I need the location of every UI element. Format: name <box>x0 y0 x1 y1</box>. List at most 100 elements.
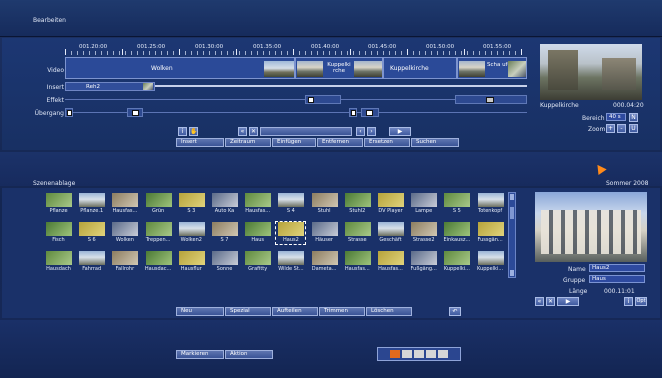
spezial-button[interactable]: Spezial <box>225 307 271 316</box>
insert-button[interactable]: Insert <box>176 138 224 147</box>
options-button[interactable]: Opt <box>635 297 647 306</box>
cut-icon[interactable]: ✕ <box>249 127 258 136</box>
scene-clip[interactable]: Stuhl2 <box>343 193 372 215</box>
scene-clip[interactable]: Pflanze.1 <box>77 193 106 215</box>
scene-clip[interactable]: DV Player <box>376 193 405 215</box>
scene-clip[interactable]: Häuser <box>310 222 339 244</box>
einfuegen-button[interactable]: Einfügen <box>272 138 316 147</box>
scene-clip[interactable]: Geschäft <box>376 222 405 244</box>
title-icon[interactable] <box>426 350 436 358</box>
insert-clip[interactable]: Reh2 <box>65 82 155 91</box>
scene-clip[interactable]: Wolken2 <box>177 222 206 244</box>
scroll-up-icon[interactable] <box>510 194 514 200</box>
scene-clip[interactable]: Lampe <box>409 193 438 215</box>
scene-clip[interactable]: Hausdach <box>44 251 73 273</box>
effect-clip[interactable] <box>455 95 527 104</box>
scroll-down-icon[interactable] <box>510 270 514 276</box>
text-icon[interactable] <box>414 350 424 358</box>
scene-clip[interactable]: Auto Ka <box>210 193 239 215</box>
play-button[interactable]: ▶ <box>389 127 411 136</box>
zoom-u-button[interactable]: U <box>629 124 638 133</box>
cut-icon[interactable]: ✕ <box>546 297 555 306</box>
bereich-field[interactable]: 40 s <box>606 113 626 121</box>
scene-clip[interactable]: Hausfas... <box>110 193 139 215</box>
undo-icon[interactable]: ↶ <box>449 307 461 316</box>
info-button[interactable]: i <box>624 297 633 306</box>
scene-clip[interactable]: Hausfas... <box>243 193 272 215</box>
scene-clip[interactable]: S 3 <box>177 193 206 215</box>
scene-clip[interactable]: Haus <box>243 222 272 244</box>
suchen-button[interactable]: Suchen <box>411 138 459 147</box>
aktion-button[interactable]: Aktion <box>225 350 273 359</box>
scene-clip[interactable]: Wilde St... <box>276 251 305 273</box>
bin-scrollbar[interactable] <box>508 192 516 278</box>
scroll-thumb[interactable] <box>510 207 514 219</box>
prev-icon[interactable]: ‹ <box>356 127 365 136</box>
scene-clip[interactable]: Pflanze <box>44 193 73 215</box>
scene-clip[interactable]: Hausfas... <box>343 251 372 273</box>
ersetzen-button[interactable]: Ersetzen <box>364 138 410 147</box>
play-button[interactable]: ▶ <box>557 297 579 306</box>
tools-icon[interactable] <box>390 350 400 358</box>
scene-clip[interactable]: S 5 <box>442 193 471 215</box>
bereich-n-button[interactable]: N <box>629 113 638 122</box>
insert-track[interactable]: Reh2 <box>65 82 527 91</box>
scene-clip[interactable]: Fallrohr <box>110 251 139 273</box>
scene-clip[interactable]: S 6 <box>77 222 106 244</box>
trimmen-button[interactable]: Trimmen <box>319 307 365 316</box>
zoom-in-button[interactable]: + <box>606 124 615 133</box>
transition-clip[interactable] <box>361 108 379 117</box>
scene-clip[interactable]: Hausflur <box>177 251 206 273</box>
cut-icon[interactable] <box>402 350 412 358</box>
next-icon[interactable]: › <box>367 127 376 136</box>
scene-clip[interactable]: Haus2 <box>275 221 307 245</box>
video-clip[interactable]: Wolken <box>65 57 295 79</box>
scene-clip[interactable]: Strasse2 <box>409 222 438 244</box>
info-button[interactable]: i <box>178 127 187 136</box>
timeline-scrollbar[interactable] <box>260 127 352 136</box>
scene-clip[interactable]: S 4 <box>276 193 305 215</box>
scene-clip[interactable]: Sonne <box>210 251 239 273</box>
home-icon[interactable] <box>438 350 448 358</box>
scene-clip[interactable]: Kuppelki... <box>442 251 471 273</box>
scene-clip[interactable]: Treppen... <box>144 222 173 244</box>
hand-tool-icon[interactable]: ✋ <box>189 127 198 136</box>
zoom-out-button[interactable]: - <box>617 124 626 133</box>
entfernen-button[interactable]: Entfernen <box>317 138 363 147</box>
effect-track[interactable] <box>65 95 527 104</box>
scene-clip[interactable]: Fussgän... <box>476 222 505 244</box>
rewind-icon[interactable]: « <box>238 127 247 136</box>
zeitraum-button[interactable]: Zeitraum <box>225 138 271 147</box>
loeschen-button[interactable]: Löschen <box>366 307 412 316</box>
transition-track[interactable] <box>65 108 527 117</box>
scene-clip[interactable]: Fahrrad <box>77 251 106 273</box>
scene-clip[interactable]: Wolken <box>110 222 139 244</box>
scene-clip[interactable]: Fisch <box>44 222 73 244</box>
scene-clip[interactable]: Hausfas... <box>376 251 405 273</box>
scene-clip[interactable]: Fußgäng... <box>409 251 438 273</box>
scene-clip[interactable]: Dameta... <box>310 251 339 273</box>
video-clip[interactable]: Kuppelkirche <box>383 57 457 79</box>
video-clip[interactable]: Kuppelki rche <box>295 57 383 79</box>
scene-clip[interactable]: Einkausz... <box>442 222 471 244</box>
effect-clip[interactable] <box>305 95 341 104</box>
neu-button[interactable]: Neu <box>176 307 224 316</box>
name-field[interactable]: Haus2 <box>589 264 645 272</box>
scene-clip[interactable]: Kuppelki... <box>476 251 505 273</box>
rewind-icon[interactable]: « <box>535 297 544 306</box>
scene-clip[interactable]: Grün <box>144 193 173 215</box>
video-clip[interactable]: Scha ufe... <box>457 57 527 79</box>
transition-clip[interactable] <box>65 108 73 117</box>
scene-clip[interactable]: Hausdac... <box>144 251 173 273</box>
gruppe-field[interactable]: Haus <box>589 275 645 283</box>
scene-clip[interactable]: S 7 <box>210 222 239 244</box>
aufteilen-button[interactable]: Aufteilen <box>272 307 318 316</box>
scene-clip[interactable]: Totenkopf <box>476 193 505 215</box>
markieren-button[interactable]: Markieren <box>176 350 224 359</box>
transition-clip[interactable] <box>127 108 143 117</box>
scene-clip[interactable]: Grafitty <box>243 251 272 273</box>
video-track[interactable]: Wolken Kuppelki rche Kuppelkirche Scha u… <box>65 57 527 79</box>
transition-clip[interactable] <box>349 108 357 117</box>
scene-clip[interactable]: Strasse <box>343 222 372 244</box>
scene-clip[interactable]: Stuhl <box>310 193 339 215</box>
